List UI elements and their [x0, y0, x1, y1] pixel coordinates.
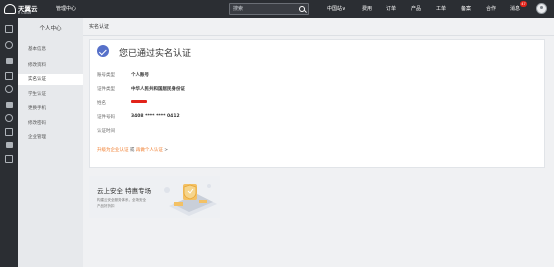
search-input[interactable] [233, 5, 295, 13]
nav-orders[interactable]: 订单 [386, 5, 396, 12]
nav-messages[interactable]: 消息 [510, 5, 520, 12]
security-promo-banner[interactable]: 云上安全 特惠专场 构建云安全服务体系，全场安全 产品好折扣 [89, 176, 220, 218]
sidebar-item-enterprise[interactable]: 企业管理 [18, 132, 83, 143]
upload-icon[interactable] [5, 102, 13, 108]
lock-icon[interactable] [5, 142, 13, 148]
account-type-label: 账号类型 [97, 73, 115, 78]
avatar[interactable] [536, 3, 547, 14]
or-text: 或 [128, 148, 136, 153]
sidebar-item-change-password[interactable]: 修改密码 [18, 118, 83, 129]
cube-icon[interactable] [5, 25, 13, 33]
banner-line-1: 构建云安全服务体系，全场安全 [97, 198, 146, 202]
banner-title: 云上安全 特惠专场 [97, 187, 152, 195]
id-number-value: 3408 **** **** 0412 [131, 114, 180, 119]
nav-tickets[interactable]: 工单 [436, 5, 446, 12]
globe-icon[interactable] [5, 41, 13, 49]
redacted-name [131, 100, 147, 103]
upgrade-links: 升级为企业认证 或 再做个人认证 > [97, 147, 168, 153]
console-link[interactable]: 管理中心 [56, 5, 76, 12]
db-icon[interactable] [5, 85, 13, 93]
shield-icon[interactable] [5, 72, 13, 80]
gear-icon[interactable] [5, 155, 13, 163]
arrow-text[interactable]: > [163, 148, 168, 153]
security-illustration-icon [164, 184, 217, 216]
id-type-value: 中华人民共和国居民身份证 [131, 87, 185, 92]
search-icon[interactable] [299, 6, 305, 12]
name-label: 姓名 [97, 101, 106, 106]
sidebar-item-student-auth[interactable]: 学生认证 [18, 89, 83, 100]
message-count-badge: 47 [520, 1, 527, 7]
sidebar-item-change-phone[interactable]: 更换手机 [18, 103, 83, 114]
banner-line-2: 产品好折扣 [97, 204, 115, 208]
account-type-value: 个人账号 [131, 73, 149, 78]
logo[interactable]: 天翼云 e Cloud [4, 2, 46, 16]
upgrade-enterprise-link[interactable]: 升级为企业认证 [97, 148, 129, 153]
personal-center-sidebar: 个人中心 基本信息 修改资料 实名认证 学生认证 更换手机 修改密码 企业管理 [18, 18, 83, 267]
id-type-label: 证件类型 [97, 87, 115, 92]
nav-region-selector[interactable]: 中国站∨ [327, 5, 346, 12]
nav-billing[interactable]: 费用 [362, 5, 372, 12]
nav-filing[interactable]: 备案 [461, 5, 471, 12]
sidebar-item-basic-info[interactable]: 基本信息 [18, 44, 83, 55]
nav-cooperation[interactable]: 合作 [486, 5, 496, 12]
sidebar-item-real-name-auth[interactable]: 实名认证 [18, 74, 83, 85]
breadcrumb: 实名认证 [89, 24, 110, 30]
top-navigation-bar: 天翼云 e Cloud 管理中心 中国站∨ 费用 订单 产品 工单 备案 合作 … [0, 0, 554, 18]
auth-time-label: 认证时间 [97, 129, 115, 134]
personal-auth-link[interactable]: 再做个人认证 [136, 148, 163, 153]
cloud-icon[interactable] [5, 58, 13, 64]
check-circle-icon [97, 45, 109, 57]
list-icon[interactable] [5, 128, 13, 136]
page-title: 您已通过实名认证 [119, 49, 192, 59]
sidebar-title: 个人中心 [39, 26, 62, 32]
logo-subtitle: e Cloud [18, 10, 32, 15]
sidebar-item-edit-profile[interactable]: 修改资料 [18, 60, 83, 71]
disk-icon[interactable] [5, 114, 13, 122]
search-box[interactable] [229, 3, 309, 15]
icon-sidebar [0, 18, 18, 267]
divider [83, 35, 554, 36]
id-number-label: 证件号码 [97, 115, 115, 120]
nav-products[interactable]: 产品 [411, 5, 421, 12]
cloud-logo-icon [4, 4, 16, 14]
